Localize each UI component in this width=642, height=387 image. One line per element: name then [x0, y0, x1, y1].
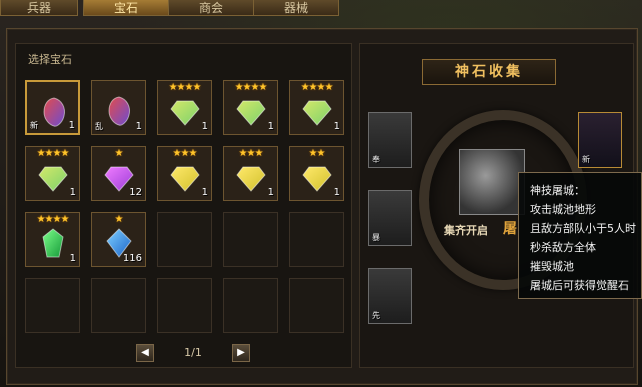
- gem-slot[interactable]: 新1: [25, 80, 80, 135]
- tooltip-line: 秒杀敌方全体: [530, 241, 596, 254]
- gem-slot-empty[interactable]: [289, 278, 344, 333]
- gem-slot-empty[interactable]: [25, 278, 80, 333]
- gem-slot[interactable]: ★★★★ 1: [223, 80, 278, 135]
- gem-count: 1: [69, 187, 76, 198]
- tab-guild-shop[interactable]: 商会: [168, 0, 254, 16]
- gem-tag: 新: [30, 121, 38, 130]
- gem-slot[interactable]: ★★★ 1: [223, 146, 278, 201]
- gem-slot[interactable]: ★★★★ 1: [157, 80, 212, 135]
- gem-count: 1: [69, 253, 76, 264]
- gem-stars: ★★★★: [234, 82, 268, 93]
- gem-slot[interactable]: ★★★★ 1: [25, 212, 80, 267]
- gem-count: 1: [135, 121, 142, 132]
- slot-tag: 暴: [372, 233, 380, 242]
- gem-count: 1: [267, 121, 274, 132]
- gem-count: 1: [333, 187, 340, 198]
- gem-count: 116: [122, 253, 142, 264]
- hero-portrait: [459, 149, 525, 215]
- gem-icon: [301, 95, 333, 127]
- gem-stars: ★★★: [172, 148, 198, 159]
- gem-icon: [169, 95, 201, 127]
- gem-slot[interactable]: ★★★★ 1: [289, 80, 344, 135]
- gem-slot-empty[interactable]: [157, 278, 212, 333]
- gem-stars: ★★★★: [36, 148, 70, 159]
- gem-slot[interactable]: ★★★★ 1: [25, 146, 80, 201]
- gem-stars: ★: [114, 214, 124, 225]
- gem-slot[interactable]: ★★★ 1: [157, 146, 212, 201]
- hero-unlock-label: 集齐开启: [444, 224, 488, 237]
- gem-icon: [37, 161, 69, 193]
- tooltip-line: 且敌方部队小于5人时: [530, 222, 636, 235]
- tooltip-line: 摧毁城池: [530, 260, 574, 273]
- gem-slot[interactable]: 乱1: [91, 80, 146, 135]
- tooltip-line: 攻击城池地形: [530, 203, 596, 216]
- collection-slot-1[interactable]: 奉: [368, 112, 412, 168]
- tooltip-line: 神技屠城：: [530, 184, 585, 197]
- next-page-button[interactable]: ▶: [232, 344, 250, 362]
- collection-slot-2[interactable]: 暴: [368, 190, 412, 246]
- gem-count: 1: [267, 187, 274, 198]
- gem-panel-title: 选择宝石: [28, 53, 72, 66]
- gem-slot-empty[interactable]: [223, 278, 278, 333]
- gem-icon: [103, 95, 135, 127]
- collection-slot-3[interactable]: 先: [368, 268, 412, 324]
- gem-stars: ★★★★: [36, 214, 70, 225]
- gem-count: 1: [201, 121, 208, 132]
- game-window: 兵器 宝石 商会 器械 选择宝石 新 1 乱 1 ★★★★ 1 ★★★★ 1 ★★★★ 1 ★★★★…: [0, 0, 642, 387]
- gem-icon: [301, 161, 333, 193]
- slot-tag: 先: [372, 311, 380, 320]
- gem-slot[interactable]: ★★ 1: [289, 146, 344, 201]
- gem-slot-empty[interactable]: [91, 278, 146, 333]
- gem-icon: [38, 96, 70, 128]
- gem-icon: [169, 161, 201, 193]
- gem-icon: [235, 95, 267, 127]
- gem-icon: [235, 161, 267, 193]
- gem-slot-empty[interactable]: [223, 212, 278, 267]
- gem-stars: ★★★★: [300, 82, 334, 93]
- gem-count: 1: [201, 187, 208, 198]
- tab-machinery[interactable]: 器械: [253, 0, 339, 16]
- gem-slot[interactable]: ★ 12: [91, 146, 146, 201]
- skill-tooltip: 神技屠城： 攻击城池地形 且敌方部队小于5人时 秒杀敌方全体 摧毁城池 屠城后可…: [518, 172, 642, 299]
- tab-weapons[interactable]: 兵器: [0, 0, 78, 16]
- gem-count: 1: [68, 120, 75, 131]
- gem-stars: ★★: [308, 148, 326, 159]
- pager: ◀ 1/1 ▶: [136, 344, 250, 364]
- tab-bar: 兵器 宝石 商会 器械: [0, 0, 642, 18]
- tooltip-line: 屠城后可获得觉醒石: [530, 279, 629, 292]
- collection-title: 神石收集: [422, 59, 556, 85]
- slot-tag: 新: [582, 155, 590, 164]
- gem-tag: 乱: [95, 122, 103, 131]
- slot-tag: 奉: [372, 155, 380, 164]
- gem-stars: ★★★: [238, 148, 264, 159]
- gem-stars: ★: [114, 148, 124, 159]
- gem-stars: ★★★★: [168, 82, 202, 93]
- hero-skill-prefix: 屠: [503, 221, 517, 237]
- gem-slot-empty[interactable]: [289, 212, 344, 267]
- gem-count: 12: [129, 187, 142, 198]
- tab-gems[interactable]: 宝石: [83, 0, 169, 16]
- gem-slot-empty[interactable]: [157, 212, 212, 267]
- collection-slot-4[interactable]: 新: [578, 112, 622, 168]
- gem-slot[interactable]: ★ 116: [91, 212, 146, 267]
- gem-selection-area: 选择宝石 新 1 乱 1 ★★★★ 1 ★★★★ 1 ★★★★ 1 ★★★★ 1 ★ 12 ★★★ 1 ★★★ 1…: [15, 43, 352, 368]
- gem-icon: [37, 227, 69, 259]
- gem-count: 1: [333, 121, 340, 132]
